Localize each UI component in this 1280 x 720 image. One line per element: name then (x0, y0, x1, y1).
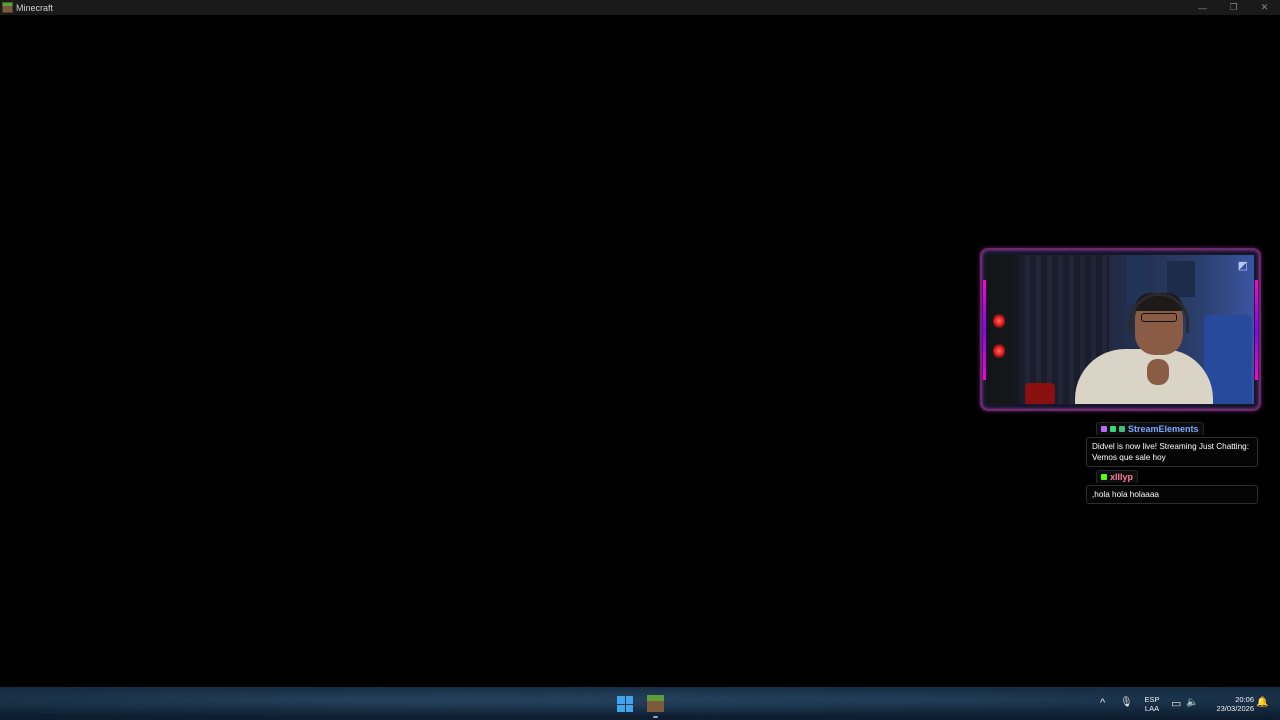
input-language-indicator[interactable]: ESP LAA (1142, 695, 1162, 713)
webcam-neon-edge-left (983, 280, 986, 380)
minimize-button[interactable]: — (1187, 0, 1218, 15)
verified-badge-icon (1110, 426, 1116, 432)
notification-bell-icon[interactable]: 🔔 (1256, 697, 1268, 708)
chat-username: xlllyp (1110, 472, 1134, 482)
keyboard-layout: LAA (1144, 704, 1160, 713)
chat-message: StreamElements Didvel is now live! Strea… (1086, 419, 1258, 467)
bot-badge-icon (1119, 426, 1125, 432)
window-title: Minecraft (16, 2, 54, 13)
taskbar-wallpaper-glow (0, 687, 1280, 720)
twitch-badge-icon (1101, 426, 1107, 432)
active-app-indicator (653, 716, 658, 718)
webcam-background-shelf (1167, 261, 1195, 297)
chat-message: xlllyp ,hola hola holaaaa (1086, 467, 1258, 504)
volume-icon[interactable]: 🔈 (1186, 697, 1198, 708)
taskbar: ^ 🎙 ESP LAA ▭ 🔈 20:06 23/03/2026 🔔 (0, 687, 1280, 720)
clock[interactable]: 20:06 23/03/2026 (1206, 695, 1254, 713)
close-button[interactable]: ✕ (1249, 0, 1280, 15)
clock-date: 23/03/2026 (1216, 704, 1254, 713)
webcam-feed: ◩ (987, 255, 1254, 404)
webcam-red-object (1025, 383, 1055, 404)
minecraft-app-icon (2, 2, 13, 13)
webcam-red-light (993, 313, 1005, 329)
chat-username-tag: StreamElements (1096, 422, 1204, 435)
chat-message-text: ,hola hola holaaaa (1086, 485, 1258, 504)
network-icon[interactable]: ▭ (1171, 697, 1181, 710)
chat-username-tag: xlllyp (1096, 470, 1139, 483)
chat-username: StreamElements (1128, 424, 1199, 434)
webcam-glasses (1141, 313, 1177, 322)
clock-time: 20:06 (1235, 695, 1254, 704)
kick-badge-icon (1101, 474, 1107, 480)
webcam-person-body (1075, 349, 1213, 404)
start-icon-tile (617, 704, 625, 712)
start-icon-tile (625, 696, 633, 704)
webcam-neon-edge-right (1255, 280, 1258, 380)
restore-button[interactable]: ❐ (1218, 0, 1249, 15)
window-titlebar: Minecraft — ❐ ✕ (0, 0, 1280, 15)
window-controls: — ❐ ✕ (1187, 0, 1280, 15)
webcam-person-hand (1147, 359, 1169, 385)
webcam-overlay: ◩ (980, 248, 1261, 411)
chat-message-text: Didvel is now live! Streaming Just Chatt… (1086, 437, 1258, 467)
language-code: ESP (1144, 695, 1160, 704)
microphone-icon[interactable]: 🎙 (1120, 697, 1133, 708)
windows-start-icon[interactable] (617, 696, 633, 712)
minecraft-taskbar-icon[interactable] (647, 695, 664, 712)
start-icon-tile (625, 704, 633, 712)
show-hidden-icons-icon[interactable]: ^ (1100, 697, 1105, 709)
start-icon-tile (617, 696, 625, 704)
webcam-corner-icon: ◩ (1237, 260, 1248, 272)
webcam-red-light (993, 343, 1005, 359)
